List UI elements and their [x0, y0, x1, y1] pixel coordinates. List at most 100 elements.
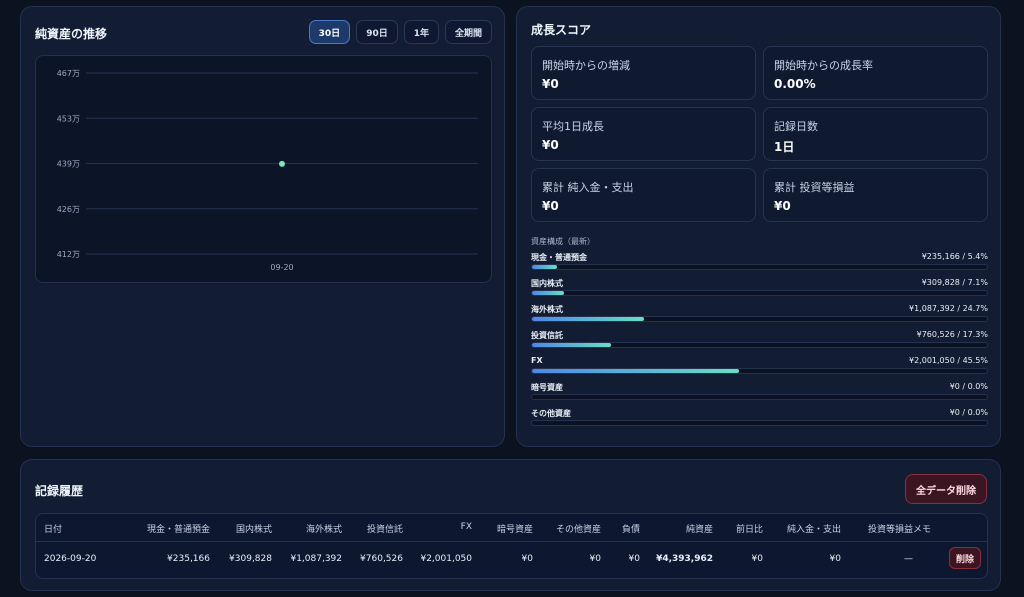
column-header-funds: 投資信託	[366, 525, 403, 535]
score-title: 成長スコア	[531, 23, 592, 37]
range-all-button[interactable]: 全期間	[444, 20, 492, 44]
column-header-foreign-stocks: 海外株式	[305, 525, 342, 535]
stat-cumulative-deposit: 累計 純入金・支出 ¥0	[531, 168, 756, 222]
chart-area: 467万 453万 439万 426万 412万 09-20	[35, 55, 492, 283]
cell-net-deposit: ¥0	[829, 554, 841, 564]
cell-cash: ¥235,166	[167, 554, 210, 564]
column-header-net-worth: 純資産	[685, 525, 713, 535]
composition-name: 国内株式	[531, 279, 563, 288]
column-header-memo: メモ	[913, 525, 932, 535]
stat-label: 開始時からの成長率	[774, 59, 873, 72]
cell-domestic-stocks: ¥309,828	[229, 554, 272, 564]
column-header-investment-pnl: 投資等損益	[867, 525, 913, 535]
stat-label: 平均1日成長	[542, 120, 604, 133]
range-1y-button[interactable]: 1年	[403, 20, 439, 44]
cell-fx: ¥2,001,050	[420, 554, 472, 564]
composition-bar-fill	[532, 343, 611, 347]
data-point[interactable]	[279, 160, 285, 167]
composition-bar	[531, 394, 988, 400]
composition-value: ¥235,166 / 5.4%	[921, 252, 988, 261]
composition-name: FX	[531, 356, 543, 365]
stat-label: 記録日数	[774, 120, 818, 133]
y-tick-label: 426万	[57, 205, 80, 214]
net-worth-chart: 467万 453万 439万 426万 412万 09-20	[57, 69, 478, 272]
composition-value: ¥309,828 / 7.1%	[921, 278, 988, 287]
composition-title: 資産構成（最新）	[531, 237, 595, 246]
stat-value: ¥0	[774, 199, 791, 213]
composition-bar	[531, 420, 988, 426]
range-30d-button[interactable]: 30日	[308, 20, 351, 44]
y-tick-label: 453万	[57, 114, 80, 123]
column-header-cash: 現金・普通預金	[146, 525, 210, 535]
column-header-date: 日付	[44, 525, 63, 535]
column-header-liabilities: 負債	[621, 525, 640, 535]
net-worth-card: 純資産の推移 30日 90日 1年 全期間 467万 453万 439万 426万 41…	[20, 6, 505, 447]
composition-bar-fill	[532, 265, 557, 269]
column-header-day-over-day: 前日比	[735, 525, 763, 535]
range-90d-button[interactable]: 90日	[356, 20, 398, 44]
y-tick-label: 439万	[57, 160, 80, 169]
stat-value: ¥0	[542, 138, 559, 152]
stat-label: 開始時からの増減	[542, 59, 630, 72]
stat-value: ¥0	[542, 199, 559, 213]
range-selector: 30日 90日 1年 全期間	[308, 20, 492, 44]
column-header-net-deposit: 純入金・支出	[786, 525, 841, 535]
composition-value: ¥760,526 / 17.3%	[916, 330, 988, 339]
composition-row-crypto: 暗号資産 ¥0 / 0.0%	[531, 382, 988, 404]
cell-funds: ¥760,526	[360, 554, 403, 564]
cell-foreign-stocks: ¥1,087,392	[290, 554, 342, 564]
composition-bar-fill	[532, 369, 740, 373]
column-header-domestic-stocks: 国内株式	[235, 525, 272, 535]
composition-row-other-assets: その他資産 ¥0 / 0.0%	[531, 408, 988, 430]
stat-value: ¥0	[542, 77, 559, 91]
header-divider	[36, 541, 987, 542]
composition-row-funds: 投資信託 ¥760,526 / 17.3%	[531, 330, 988, 352]
composition-name: 暗号資産	[531, 383, 563, 392]
stat-value: 1日	[774, 140, 795, 154]
stat-label: 累計 純入金・支出	[542, 181, 634, 194]
composition-row-foreign-stocks: 海外株式 ¥1,087,392 / 24.7%	[531, 304, 988, 326]
history-table: 日付 現金・普通預金 国内株式 海外株式 投資信託 FX 暗号資産 その他資産 …	[35, 513, 988, 579]
delete-row-button[interactable]: 削除	[949, 547, 982, 569]
composition-value: ¥0 / 0.0%	[949, 408, 988, 417]
stat-record-days: 記録日数 1日	[763, 107, 988, 161]
composition-value: ¥2,001,050 / 45.5%	[909, 356, 988, 365]
y-tick-label: 467万	[57, 69, 80, 78]
composition-bar-fill	[532, 317, 645, 321]
stat-average-daily-growth: 平均1日成長 ¥0	[531, 107, 756, 161]
composition-bar	[531, 342, 988, 348]
column-header-other-assets: その他資産	[555, 525, 601, 535]
cell-liabilities: ¥0	[628, 554, 640, 564]
composition-bar	[531, 264, 988, 270]
composition-row-fx: FX ¥2,001,050 / 45.5%	[531, 356, 988, 378]
composition-bar-fill	[532, 291, 565, 295]
composition-name: 投資信託	[531, 331, 563, 340]
cell-investment-pnl: —	[904, 554, 913, 564]
x-tick-label: 09-20	[270, 263, 293, 272]
y-tick-label: 412万	[57, 250, 80, 259]
column-header-fx: FX	[460, 522, 472, 532]
composition-bar	[531, 368, 988, 374]
composition-name: 現金・普通預金	[531, 253, 587, 262]
composition-name: その他資産	[531, 409, 571, 418]
column-header-crypto: 暗号資産	[496, 525, 533, 535]
cell-net-worth: ¥4,393,962	[656, 554, 713, 564]
stat-growth-rate: 開始時からの成長率 0.00%	[763, 46, 988, 100]
stat-cumulative-investment-pnl: 累計 投資等損益 ¥0	[763, 168, 988, 222]
delete-all-data-button[interactable]: 全データ削除	[905, 474, 987, 504]
stat-change-since-start: 開始時からの増減 ¥0	[531, 46, 756, 100]
composition-bar	[531, 290, 988, 296]
composition-bar	[531, 316, 988, 322]
composition-value: ¥1,087,392 / 24.7%	[909, 304, 988, 313]
stat-label: 累計 投資等損益	[774, 181, 855, 194]
composition-value: ¥0 / 0.0%	[949, 382, 988, 391]
growth-score-card: 成長スコア 開始時からの増減 ¥0 開始時からの成長率 0.00% 平均1日成長…	[516, 6, 1001, 447]
cell-day-over-day: ¥0	[751, 554, 763, 564]
stat-value: 0.00%	[774, 77, 816, 91]
cell-crypto: ¥0	[521, 554, 533, 564]
composition-name: 海外株式	[531, 305, 563, 314]
cell-other-assets: ¥0	[589, 554, 601, 564]
cell-date: 2026-09-20	[44, 554, 97, 564]
composition-row-domestic-stocks: 国内株式 ¥309,828 / 7.1%	[531, 278, 988, 300]
composition-row-cash: 現金・普通預金 ¥235,166 / 5.4%	[531, 252, 988, 274]
